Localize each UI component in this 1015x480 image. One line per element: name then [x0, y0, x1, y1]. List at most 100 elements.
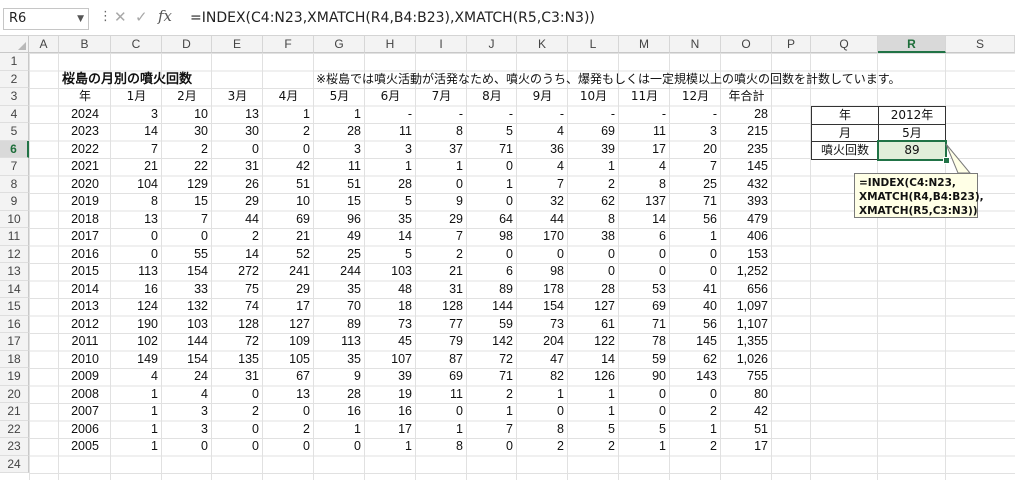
count-cell[interactable]: 89: [467, 281, 517, 299]
count-cell[interactable]: 51: [314, 176, 365, 194]
count-cell[interactable]: 29: [416, 211, 467, 229]
count-cell[interactable]: 1: [467, 403, 517, 421]
count-cell[interactable]: 74: [212, 298, 263, 316]
count-cell[interactable]: 143: [670, 368, 721, 386]
count-cell[interactable]: 96: [314, 211, 365, 229]
row-header-12[interactable]: 12: [0, 245, 29, 263]
row-header-10[interactable]: 10: [0, 210, 29, 228]
year-cell[interactable]: 2017: [59, 228, 111, 246]
count-cell[interactable]: -: [416, 106, 467, 124]
count-cell[interactable]: 432: [721, 176, 772, 194]
count-cell[interactable]: 15: [162, 193, 212, 211]
row-header-5[interactable]: 5: [0, 123, 29, 141]
count-cell[interactable]: 22: [162, 158, 212, 176]
count-cell[interactable]: 109: [263, 333, 314, 351]
count-cell[interactable]: 0: [416, 403, 467, 421]
count-cell[interactable]: 1: [619, 438, 670, 456]
table-header-cell[interactable]: 2月: [162, 88, 212, 106]
count-cell[interactable]: 25: [314, 246, 365, 264]
sheet-note[interactable]: ※桜島では噴火活動が活発なため、噴火のうち、爆発もしくは一定規模以上の噴火の回数…: [316, 71, 901, 89]
count-cell[interactable]: 145: [721, 158, 772, 176]
count-cell[interactable]: 51: [721, 421, 772, 439]
count-cell[interactable]: 42: [721, 403, 772, 421]
count-cell[interactable]: 49: [314, 228, 365, 246]
count-cell[interactable]: 21: [263, 228, 314, 246]
count-cell[interactable]: 41: [670, 281, 721, 299]
count-cell[interactable]: 7: [162, 211, 212, 229]
count-cell[interactable]: 1,252: [721, 263, 772, 281]
count-cell[interactable]: 2: [416, 246, 467, 264]
count-cell[interactable]: 107: [365, 351, 416, 369]
count-cell[interactable]: 153: [721, 246, 772, 264]
count-cell[interactable]: 73: [365, 316, 416, 334]
count-cell[interactable]: 1: [111, 438, 162, 456]
count-cell[interactable]: 1: [467, 176, 517, 194]
count-cell[interactable]: -: [467, 106, 517, 124]
count-cell[interactable]: 8: [111, 193, 162, 211]
row-header-15[interactable]: 15: [0, 298, 29, 316]
count-cell[interactable]: 7: [517, 176, 568, 194]
column-header-L[interactable]: L: [568, 36, 619, 53]
count-cell[interactable]: 11: [365, 123, 416, 141]
count-cell[interactable]: 30: [212, 123, 263, 141]
enter-check-icon[interactable]: ✓: [135, 8, 148, 26]
count-cell[interactable]: 215: [721, 123, 772, 141]
count-cell[interactable]: 170: [517, 228, 568, 246]
count-cell[interactable]: 0: [162, 228, 212, 246]
count-cell[interactable]: 11: [314, 158, 365, 176]
count-cell[interactable]: 0: [670, 386, 721, 404]
count-cell[interactable]: 28: [314, 386, 365, 404]
count-cell[interactable]: 0: [467, 438, 517, 456]
count-cell[interactable]: 53: [619, 281, 670, 299]
row-header-14[interactable]: 14: [0, 280, 29, 298]
count-cell[interactable]: 3: [162, 403, 212, 421]
year-cell[interactable]: 2005: [59, 438, 111, 456]
count-cell[interactable]: 61: [568, 316, 619, 334]
count-cell[interactable]: 77: [416, 316, 467, 334]
count-cell[interactable]: 154: [162, 351, 212, 369]
count-cell[interactable]: 82: [517, 368, 568, 386]
count-cell[interactable]: 48: [365, 281, 416, 299]
count-cell[interactable]: 142: [467, 333, 517, 351]
count-cell[interactable]: 0: [670, 263, 721, 281]
count-cell[interactable]: 69: [619, 298, 670, 316]
table-header-cell[interactable]: 5月: [314, 88, 365, 106]
column-header-A[interactable]: A: [29, 36, 59, 53]
count-cell[interactable]: 103: [365, 263, 416, 281]
count-cell[interactable]: 31: [416, 281, 467, 299]
lookup-year-value[interactable]: 2012年: [878, 106, 946, 125]
count-cell[interactable]: 154: [162, 263, 212, 281]
year-cell[interactable]: 2022: [59, 141, 111, 159]
table-header-cell[interactable]: 1月: [111, 88, 162, 106]
year-cell[interactable]: 2011: [59, 333, 111, 351]
count-cell[interactable]: 17: [721, 438, 772, 456]
count-cell[interactable]: 4: [517, 123, 568, 141]
column-header-O[interactable]: O: [721, 36, 772, 53]
count-cell[interactable]: 113: [111, 263, 162, 281]
count-cell[interactable]: 8: [517, 421, 568, 439]
count-cell[interactable]: 8: [416, 438, 467, 456]
count-cell[interactable]: 59: [467, 316, 517, 334]
count-cell[interactable]: 17: [619, 141, 670, 159]
count-cell[interactable]: 11: [416, 386, 467, 404]
count-cell[interactable]: 0: [263, 141, 314, 159]
count-cell[interactable]: 0: [263, 438, 314, 456]
count-cell[interactable]: 204: [517, 333, 568, 351]
count-cell[interactable]: 7: [670, 158, 721, 176]
count-cell[interactable]: 1: [568, 386, 619, 404]
count-cell[interactable]: 144: [467, 298, 517, 316]
count-cell[interactable]: 16: [314, 403, 365, 421]
more-options-icon[interactable]: ⋮: [99, 9, 112, 24]
count-cell[interactable]: 272: [212, 263, 263, 281]
count-cell[interactable]: 40: [670, 298, 721, 316]
count-cell[interactable]: 235: [721, 141, 772, 159]
count-cell[interactable]: 21: [111, 158, 162, 176]
count-cell[interactable]: 62: [568, 193, 619, 211]
row-header-11[interactable]: 11: [0, 228, 29, 246]
year-cell[interactable]: 2016: [59, 246, 111, 264]
count-cell[interactable]: 0: [670, 246, 721, 264]
row-header-23[interactable]: 23: [0, 438, 29, 456]
column-header-P[interactable]: P: [772, 36, 811, 53]
year-cell[interactable]: 2014: [59, 281, 111, 299]
count-cell[interactable]: 0: [619, 403, 670, 421]
